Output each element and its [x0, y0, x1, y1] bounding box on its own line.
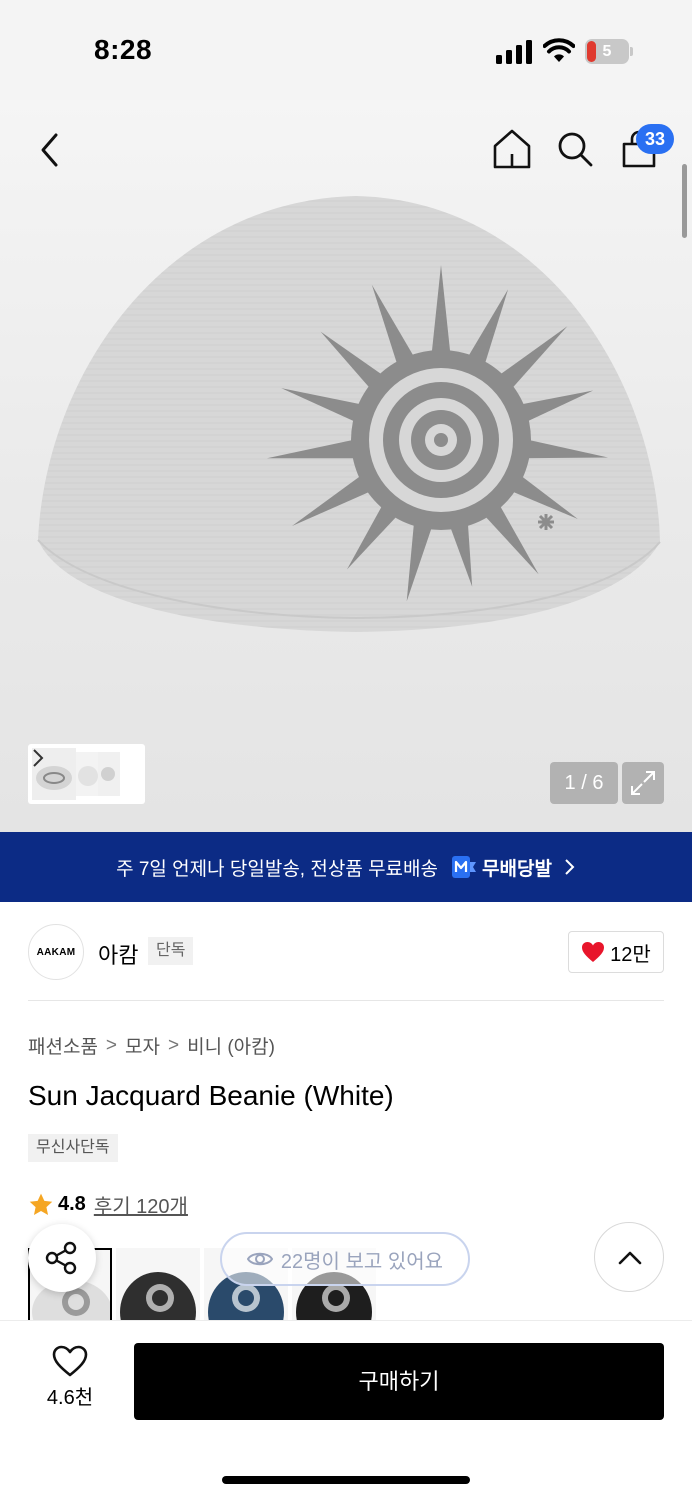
exclusive-tag: 단독: [148, 937, 194, 965]
promo-brand: 무배당발: [482, 858, 552, 880]
wifi-icon: [543, 38, 575, 62]
buy-button[interactable]: 구매하기: [134, 1343, 664, 1420]
cart-count-badge: 33: [636, 124, 674, 154]
live-viewers-text: 22명이 보고 있어요: [280, 1250, 444, 1273]
review-count-link[interactable]: 후기 120개: [94, 1190, 188, 1219]
image-thumbnail-strip[interactable]: [28, 744, 145, 804]
rating-row[interactable]: 4.8 후기 120개: [28, 1190, 188, 1219]
brand-like-button[interactable]: 12만: [568, 931, 664, 973]
search-icon[interactable]: [556, 130, 594, 168]
rating-score: 4.8: [58, 1193, 86, 1215]
musinsa-delivery-logo-icon: [452, 856, 476, 878]
expand-button[interactable]: [622, 762, 664, 804]
shipping-promo-banner[interactable]: 주 7일 언제나 당일발송, 전상품 무료배송 무배당발: [0, 832, 692, 902]
breadcrumb-item[interactable]: 모자: [125, 1032, 160, 1059]
battery-level: 5: [602, 43, 612, 60]
scroll-to-top-button[interactable]: [594, 1222, 664, 1292]
brand-logo[interactable]: AAKAM: [28, 924, 84, 980]
heart-icon: [582, 942, 605, 962]
chevron-right-icon: [565, 859, 575, 875]
purchase-bar: 4.6천 구매하기: [0, 1320, 692, 1500]
beanie-product-image: [37, 196, 661, 632]
chevron-right-icon[interactable]: [32, 748, 44, 768]
thumbnail-images: [32, 748, 120, 800]
breadcrumb-separator: >: [105, 1034, 118, 1056]
battery-icon: 5: [585, 39, 633, 64]
product-title: Sun Jacquard Beanie (White): [28, 1080, 394, 1111]
share-button[interactable]: [28, 1224, 96, 1292]
musinsa-exclusive-badge: 무신사단독: [28, 1134, 118, 1162]
divider: [28, 1000, 664, 1001]
brand-name[interactable]: 아캄: [98, 938, 138, 970]
wishlist-count: 4.6천: [46, 1387, 94, 1409]
breadcrumb: 패션소품 > 모자 > 비니 (아캄): [28, 1032, 275, 1059]
chevron-up-icon: [618, 1251, 642, 1265]
cellular-signal-icon: [496, 40, 532, 64]
scrollbar[interactable]: [682, 164, 687, 238]
home-indicator[interactable]: [222, 1476, 470, 1484]
breadcrumb-separator: >: [168, 1034, 180, 1056]
status-time: 8:28: [94, 34, 153, 65]
back-icon[interactable]: [34, 132, 66, 168]
brand-like-count: 12만: [610, 943, 651, 966]
promo-text: 주 7일 언제나 당일발송, 전상품 무료배송: [116, 858, 438, 880]
brand-row[interactable]: AAKAM 아캄 단독 12만: [28, 922, 664, 980]
image-counter: 1 / 6: [550, 762, 618, 804]
share-icon: [45, 1241, 77, 1275]
expand-icon: [631, 771, 655, 795]
live-viewers-pill: 22명이 보고 있어요: [220, 1232, 470, 1286]
breadcrumb-item[interactable]: 비니 (아캄): [187, 1032, 275, 1059]
wishlist-button[interactable]: 4.6천: [30, 1345, 110, 1421]
star-icon: [29, 1193, 53, 1215]
breadcrumb-item[interactable]: 패션소품: [28, 1032, 98, 1059]
heart-outline-icon: [52, 1345, 88, 1377]
eye-icon: [246, 1252, 273, 1266]
home-icon[interactable]: [492, 128, 532, 170]
product-gallery[interactable]: 33 1 / 6: [0, 100, 692, 832]
status-bar: 8:28 5: [0, 0, 692, 100]
variant-swatch-black[interactable]: [116, 1248, 200, 1320]
